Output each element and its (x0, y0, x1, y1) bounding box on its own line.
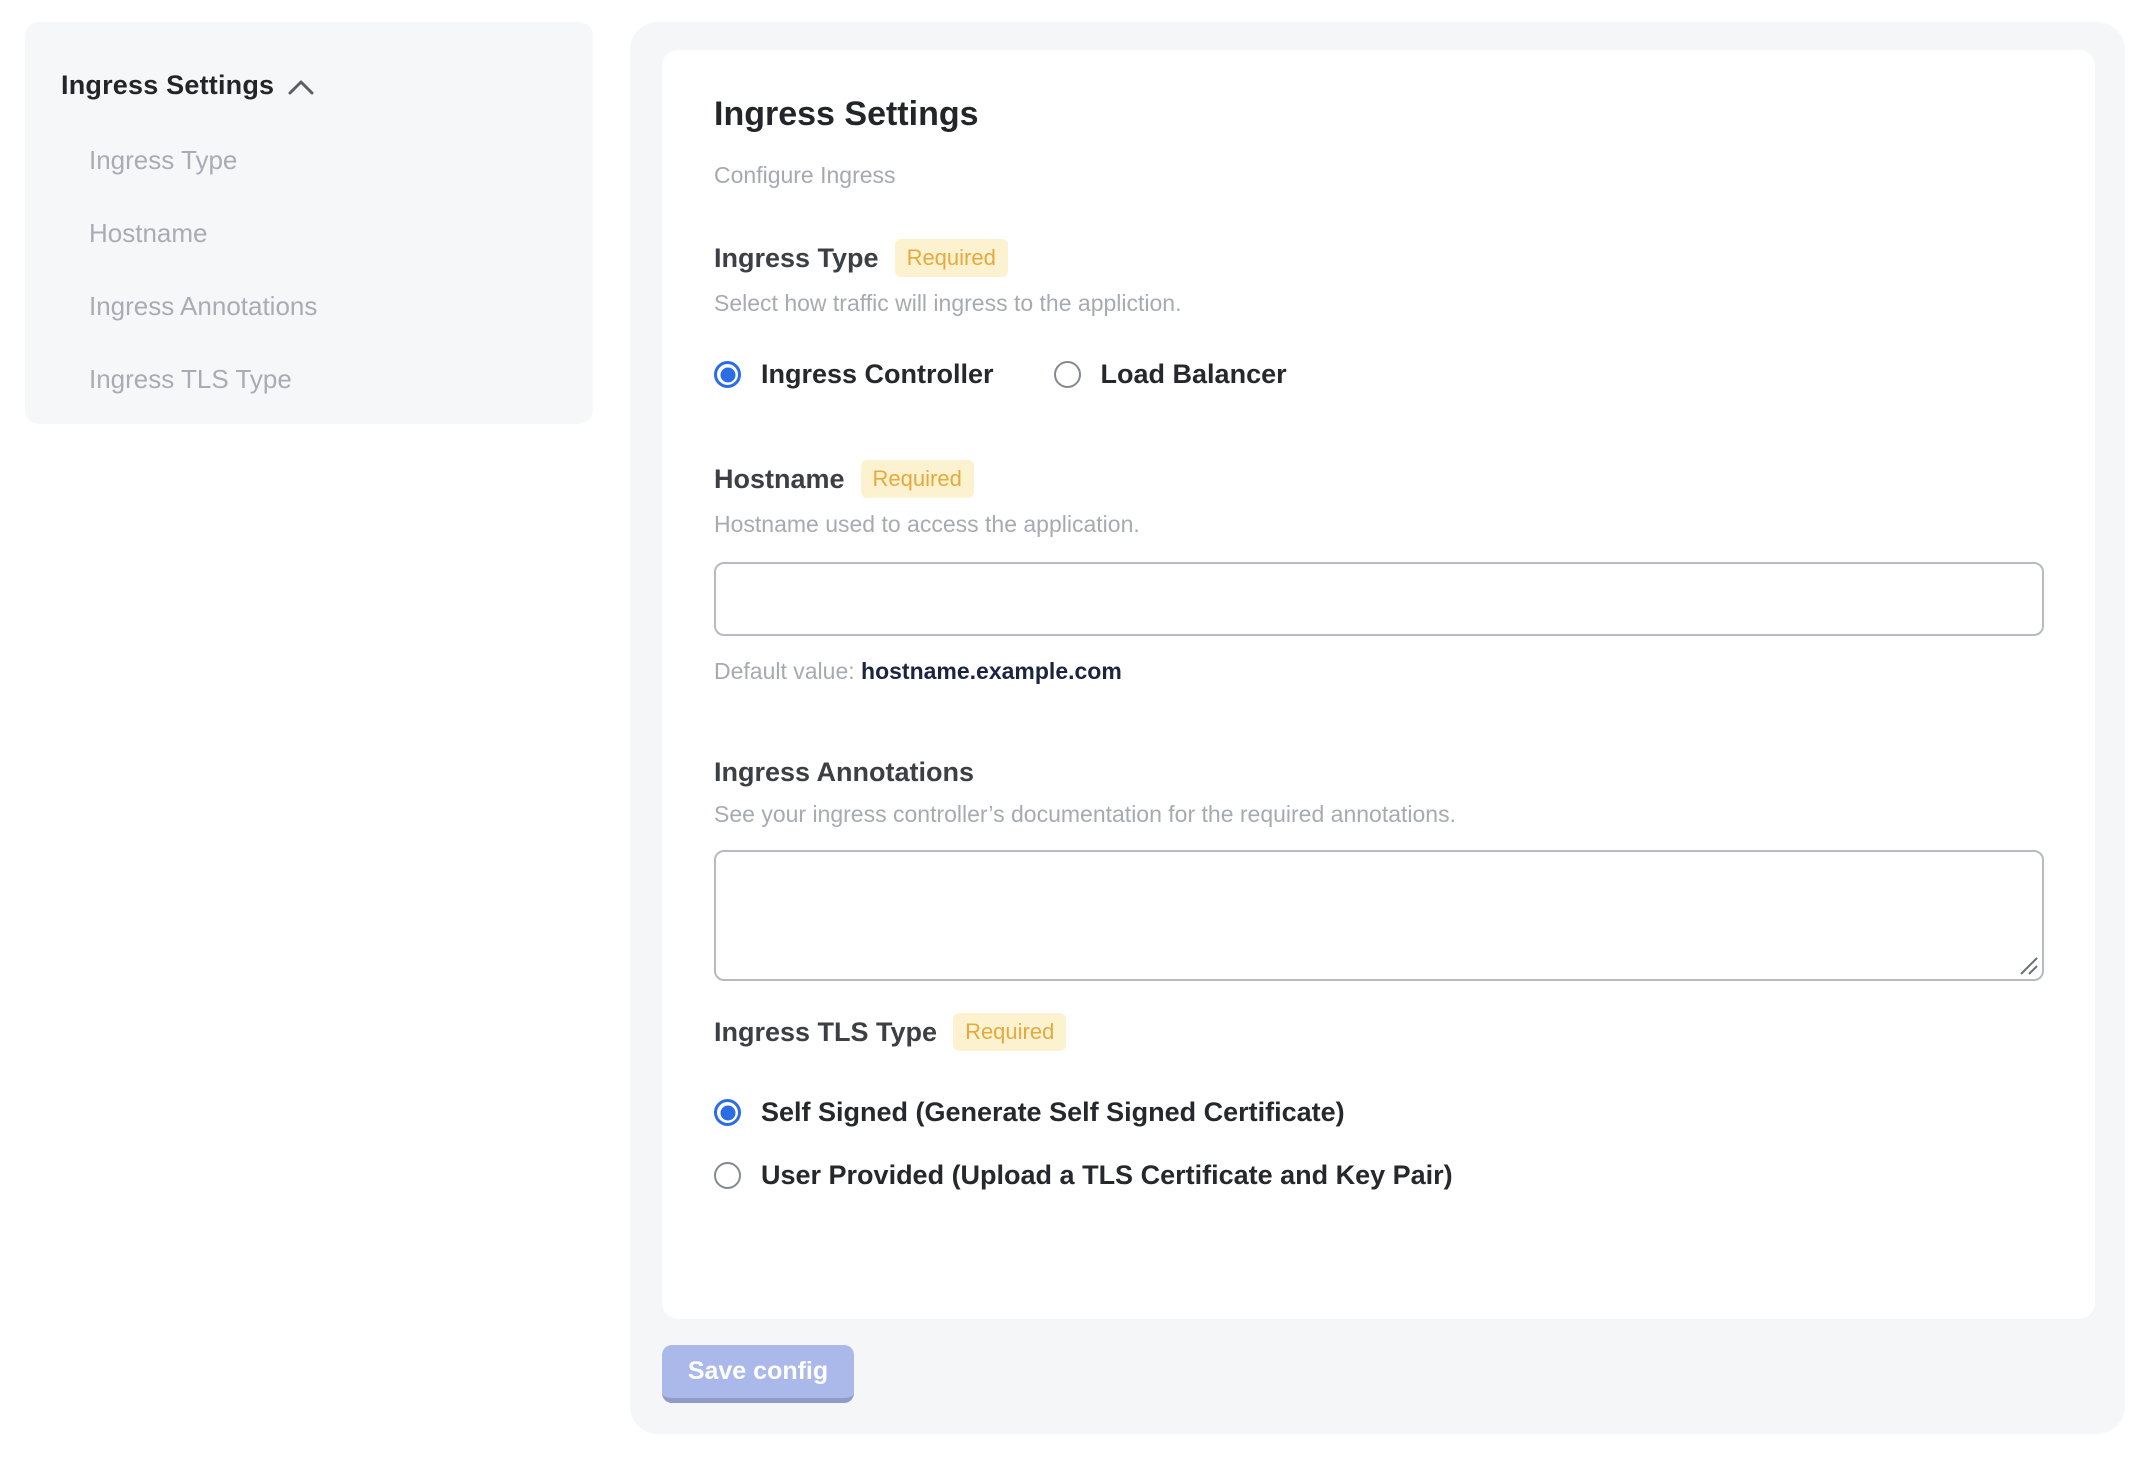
radio-ingress-controller[interactable] (714, 361, 741, 388)
radio-user-provided[interactable] (714, 1162, 741, 1189)
ingress-settings-sidebar: Ingress Settings Ingress Type Hostname I… (25, 22, 593, 424)
ingress-settings-card: Ingress Settings Configure Ingress Ingre… (662, 50, 2095, 1319)
hostname-description: Hostname used to access the application. (714, 511, 1140, 537)
chevron-up-icon (288, 80, 314, 95)
sidebar-nav: Ingress Type Hostname Ingress Annotation… (61, 145, 557, 395)
radio-load-balancer[interactable] (1053, 361, 1081, 388)
hostname-default-line: Default value: hostname.example.com (714, 658, 2043, 685)
sidebar-item-ingress-annotations[interactable]: Ingress Annotations (61, 291, 557, 322)
ingress-tls-type-label: Ingress TLS Type (714, 1016, 938, 1047)
sidebar-section-title: Ingress Settings (61, 70, 275, 100)
ingress-type-radio-group: Ingress Controller Load Balancer (714, 359, 2043, 390)
sidebar-item-hostname[interactable]: Hostname (61, 218, 557, 249)
radio-option-self-signed[interactable]: Self Signed (Generate Self Signed Certif… (714, 1097, 2043, 1128)
radio-label: Load Balancer (1100, 359, 1287, 389)
ingress-tls-radio-group: Self Signed (Generate Self Signed Certif… (714, 1097, 2043, 1191)
sidebar-section-toggle[interactable]: Ingress Settings (61, 70, 557, 101)
section-hostname: Hostname Required Hostname used to acces… (714, 460, 2044, 685)
required-badge: Required (953, 1013, 1067, 1051)
ingress-type-label: Ingress Type (714, 242, 879, 273)
hostname-input[interactable] (714, 562, 2044, 636)
ingress-annotations-label: Ingress Annotations (714, 757, 975, 787)
radio-option-ingress-controller[interactable]: Ingress Controller (714, 359, 994, 390)
save-config-button[interactable]: Save config (662, 1345, 854, 1403)
ingress-annotations-textarea[interactable] (714, 850, 2044, 981)
sidebar-item-ingress-type[interactable]: Ingress Type (61, 145, 557, 176)
section-ingress-type: Ingress Type Required Select how traffic… (714, 239, 2043, 390)
resize-grip-icon[interactable] (2017, 954, 2039, 976)
section-ingress-tls-type: Ingress TLS Type Required Self Signed (G… (714, 1013, 2043, 1191)
ingress-annotations-description: See your ingress controller’s documentat… (714, 801, 1456, 827)
sidebar-item-ingress-tls-type[interactable]: Ingress TLS Type (61, 364, 557, 395)
radio-label: Ingress Controller (761, 359, 994, 389)
ingress-settings-panel: Ingress Settings Configure Ingress Ingre… (630, 22, 2125, 1434)
radio-label: User Provided (Upload a TLS Certificate … (761, 1160, 1453, 1190)
ingress-type-description: Select how traffic will ingress to the a… (714, 290, 1182, 316)
section-ingress-annotations: Ingress Annotations See your ingress con… (714, 757, 2044, 981)
radio-option-load-balancer[interactable]: Load Balancer (1053, 359, 1287, 390)
default-value-prefix: Default value: (714, 658, 855, 684)
radio-option-user-provided[interactable]: User Provided (Upload a TLS Certificate … (714, 1160, 2043, 1191)
default-value-text: hostname.example.com (861, 658, 1122, 684)
radio-label: Self Signed (Generate Self Signed Certif… (761, 1097, 1345, 1127)
radio-self-signed[interactable] (714, 1099, 741, 1126)
required-badge: Required (894, 239, 1008, 277)
required-badge: Required (860, 460, 974, 498)
page-subtitle: Configure Ingress (714, 162, 896, 188)
hostname-label: Hostname (714, 463, 845, 494)
page-title: Ingress Settings (714, 95, 979, 133)
